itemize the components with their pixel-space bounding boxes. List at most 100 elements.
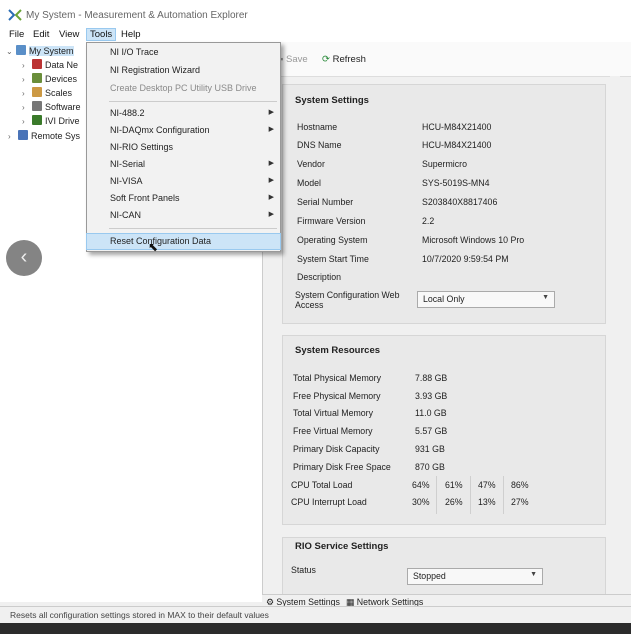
- cpu-total-load-value: 86%: [511, 480, 529, 490]
- submenu-arrow-icon: ▶: [268, 160, 274, 167]
- expand-arrow-icon[interactable]: ›: [22, 89, 32, 98]
- save-button[interactable]: ▪ Save: [280, 54, 308, 65]
- menu-file[interactable]: File: [6, 29, 27, 40]
- expand-arrow-icon[interactable]: ›: [22, 103, 32, 112]
- cpu-interrupt-load-value: 26%: [445, 497, 463, 507]
- setting-value: Supermicro: [422, 159, 467, 169]
- expand-arrow-icon[interactable]: ›: [22, 75, 32, 84]
- menu-item-soft-front-panels[interactable]: Soft Front Panels ▶: [87, 191, 280, 206]
- cpu-interrupt-load-value: 30%: [412, 497, 430, 507]
- setting-label: Description: [297, 272, 342, 282]
- menu-item-ni-io-trace[interactable]: NI I/O Trace: [87, 45, 280, 60]
- resource-label: Primary Disk Capacity: [293, 444, 380, 454]
- resource-label: Primary Disk Free Space: [293, 462, 391, 472]
- setting-value: 10/7/2020 9:59:54 PM: [422, 254, 509, 264]
- resource-label: Free Virtual Memory: [293, 426, 373, 436]
- cpu-total-load-value: 64%: [412, 480, 430, 490]
- resource-value: 3.93 GB: [415, 391, 448, 401]
- rio-settings-panel: RIO Service Settings Status Stopped ▼: [282, 537, 606, 596]
- toolbar: ▪ Save ⟳ Refresh: [266, 42, 631, 77]
- menu-separator: [109, 228, 277, 229]
- tree-item-devices[interactable]: › Devices: [22, 73, 77, 86]
- menu-edit[interactable]: Edit: [30, 29, 52, 40]
- expand-arrow-icon[interactable]: ›: [22, 117, 32, 126]
- collapse-arrow-icon[interactable]: ⌄: [6, 47, 16, 56]
- window-title: My System - Measurement & Automation Exp…: [26, 10, 248, 21]
- divider: [470, 476, 471, 514]
- menu-item-registration-wizard[interactable]: NI Registration Wizard: [87, 63, 280, 78]
- tree-item-ivi-drivers[interactable]: › IVI Drive: [22, 115, 80, 128]
- web-access-select[interactable]: Local Only ▼: [417, 291, 555, 308]
- menu-item-create-usb-drive: Create Desktop PC Utility USB Drive: [110, 83, 257, 93]
- setting-label: Firmware Version: [297, 216, 366, 226]
- tree-item-data-neighborhood[interactable]: › Data Ne: [22, 59, 78, 72]
- menu-tools[interactable]: Tools: [86, 28, 117, 41]
- system-resources-panel: System Resources Total Physical Memory 7.…: [282, 335, 606, 525]
- resource-label: CPU Total Load: [291, 480, 353, 490]
- system-settings-panel: System Settings Hostname HCU-M84X21400 DNS…: [282, 84, 606, 324]
- submenu-arrow-icon: ▶: [268, 177, 274, 184]
- rio-status-select[interactable]: Stopped ▼: [407, 568, 543, 585]
- menu-view[interactable]: View: [56, 29, 82, 40]
- setting-label: Hostname: [297, 122, 338, 132]
- remote-systems-icon: [18, 130, 28, 140]
- setting-label: System Configuration Web: [295, 290, 400, 300]
- menu-item-rio-settings[interactable]: NI-RIO Settings: [87, 140, 280, 155]
- chevron-down-icon: ▼: [530, 571, 537, 578]
- setting-label: Operating System: [297, 235, 368, 245]
- submenu-arrow-icon: ▶: [268, 211, 274, 218]
- setting-value: S203840X8817406: [422, 197, 498, 207]
- cpu-interrupt-load-value: 13%: [478, 497, 496, 507]
- setting-label: Model: [297, 178, 321, 188]
- divider: [436, 476, 437, 514]
- expand-arrow-icon[interactable]: ›: [8, 132, 18, 141]
- setting-value: Microsoft Windows 10 Pro: [422, 235, 525, 245]
- back-arrow-icon[interactable]: ‹: [6, 240, 42, 276]
- cpu-interrupt-load-value: 27%: [511, 497, 529, 507]
- refresh-button[interactable]: ⟳ Refresh: [322, 54, 366, 65]
- status-text: Resets all configuration settings stored…: [10, 610, 269, 620]
- setting-label: Access: [295, 300, 324, 310]
- tree-item-remote-systems[interactable]: › Remote Sys: [8, 130, 80, 143]
- menu-item-ni-visa[interactable]: NI-VISA ▶: [87, 174, 280, 189]
- main-window: My System - Measurement & Automation Exp…: [0, 0, 631, 623]
- tree-item-scales[interactable]: › Scales: [22, 87, 72, 100]
- setting-value: HCU-M84X21400: [422, 122, 492, 132]
- submenu-arrow-icon: ▶: [268, 126, 274, 133]
- resource-value: 7.88 GB: [415, 373, 448, 383]
- setting-value: HCU-M84X21400: [422, 140, 492, 150]
- scrollbar[interactable]: [610, 76, 620, 594]
- computer-icon: [16, 45, 26, 55]
- setting-value: 2.2: [422, 216, 435, 226]
- menu-item-ni-serial[interactable]: NI-Serial ▶: [87, 157, 280, 172]
- data-neighborhood-icon: [32, 59, 42, 69]
- divider: [503, 476, 504, 514]
- tree-item-software[interactable]: › Software: [22, 101, 81, 114]
- expand-arrow-icon[interactable]: ›: [22, 61, 32, 70]
- scales-icon: [32, 87, 42, 97]
- setting-label: DNS Name: [297, 140, 342, 150]
- software-icon: [32, 101, 42, 111]
- tree-item-my-system[interactable]: ⌄ My System: [6, 45, 74, 58]
- menu-separator: [109, 101, 277, 102]
- menu-help[interactable]: Help: [118, 29, 144, 40]
- resource-label: Free Physical Memory: [293, 391, 381, 401]
- panel-title: RIO Service Settings: [295, 541, 389, 552]
- cpu-total-load-value: 47%: [478, 480, 496, 490]
- max-app-icon: [8, 9, 22, 21]
- title-bar: My System - Measurement & Automation Exp…: [0, 0, 631, 28]
- menu-item-reset-configuration-data[interactable]: Reset Configuration Data: [86, 233, 281, 250]
- menu-item-ni-488[interactable]: NI-488.2 ▶: [87, 106, 280, 121]
- panel-title: System Settings: [295, 95, 369, 106]
- devices-icon: [32, 73, 42, 83]
- tools-menu-dropdown: NI I/O Trace NI Registration Wizard Crea…: [86, 42, 281, 252]
- setting-label: Vendor: [297, 159, 325, 169]
- menu-item-daqmx-configuration[interactable]: NI-DAQmx Configuration ▶: [87, 123, 280, 138]
- setting-value: SYS-5019S-MN4: [422, 178, 490, 188]
- mouse-cursor-icon: ⬉: [148, 240, 159, 254]
- submenu-arrow-icon: ▶: [268, 194, 274, 201]
- resource-label: Total Physical Memory: [293, 373, 381, 383]
- status-bar: Resets all configuration settings stored…: [0, 606, 631, 623]
- menu-item-ni-can[interactable]: NI-CAN ▶: [87, 208, 280, 223]
- resource-value: 931 GB: [415, 444, 445, 454]
